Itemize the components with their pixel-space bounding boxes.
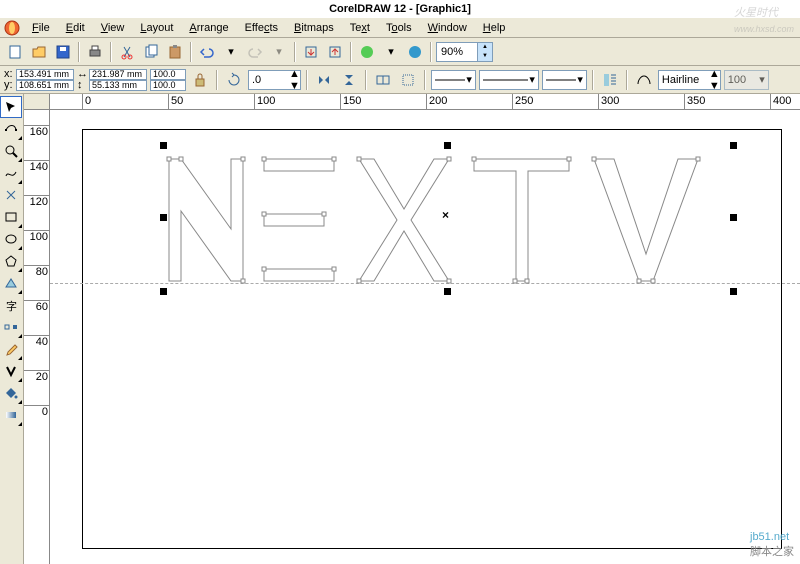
- ellipse-tool[interactable]: [0, 228, 22, 250]
- sel-handle-ml[interactable]: [160, 214, 167, 221]
- menu-window[interactable]: Window: [420, 20, 475, 36]
- nudge-field: 100▾: [724, 70, 769, 90]
- basic-shapes-tool[interactable]: [0, 272, 22, 294]
- sel-handle-br[interactable]: [730, 288, 737, 295]
- watermark-bottom: jb51.net脚本之家: [750, 529, 794, 559]
- group-icon[interactable]: [397, 69, 419, 91]
- toolbox: 字: [0, 94, 24, 564]
- menu-edit[interactable]: Edit: [58, 20, 93, 36]
- menu-effects[interactable]: Effects: [237, 20, 286, 36]
- redo-drop[interactable]: ▾: [268, 41, 290, 63]
- rectangle-tool[interactable]: [0, 206, 22, 228]
- ruler-vertical[interactable]: 160 140 120 100 80 60 40 20 0: [24, 110, 50, 564]
- paste-button[interactable]: [164, 41, 186, 63]
- menu-help[interactable]: Help: [475, 20, 514, 36]
- sel-handle-tl[interactable]: [160, 142, 167, 149]
- menu-layout[interactable]: Layout: [132, 20, 181, 36]
- pick-tool[interactable]: [0, 96, 22, 118]
- redo-button[interactable]: [244, 41, 266, 63]
- smart-draw-tool[interactable]: [0, 184, 22, 206]
- undo-button[interactable]: [196, 41, 218, 63]
- y-input[interactable]: [16, 80, 74, 91]
- line-start-combo[interactable]: ▾: [431, 70, 476, 90]
- sel-center-x[interactable]: ×: [442, 208, 449, 222]
- zoom-spinner[interactable]: ▲▼: [477, 43, 492, 61]
- watermark: 火星时代www.hxsd.com: [734, 4, 794, 35]
- sel-handle-bl[interactable]: [160, 288, 167, 295]
- rotation-icon: [223, 69, 245, 91]
- sel-handle-mr[interactable]: [730, 214, 737, 221]
- menu-view[interactable]: View: [93, 20, 133, 36]
- ungroup-icon[interactable]: [372, 69, 394, 91]
- wrap-text-icon[interactable]: [599, 69, 621, 91]
- app-icon: [4, 20, 20, 36]
- outline-icon: [633, 69, 655, 91]
- undo-drop[interactable]: ▾: [220, 41, 242, 63]
- text-tool[interactable]: 字: [0, 294, 22, 316]
- app-launcher-drop[interactable]: ▾: [380, 41, 402, 63]
- polygon-tool[interactable]: [0, 250, 22, 272]
- workspace: 字 0 50 100 150 200 250 300 350 400 160 1…: [0, 94, 800, 564]
- size-fields: ↔ ↕: [77, 69, 147, 91]
- rotation-spinner[interactable]: ▲▼: [289, 68, 300, 92]
- scale-y[interactable]: [150, 80, 186, 91]
- menu-arrange[interactable]: Arrange: [181, 20, 236, 36]
- freehand-tool[interactable]: [0, 162, 22, 184]
- fill-tool[interactable]: [0, 382, 22, 404]
- eyedropper-tool[interactable]: [0, 338, 22, 360]
- outline-tool[interactable]: [0, 360, 22, 382]
- line-end-combo[interactable]: ▾: [542, 70, 587, 90]
- mirror-v[interactable]: [338, 69, 360, 91]
- interactive-fill-tool[interactable]: [0, 404, 22, 426]
- scale-x[interactable]: [150, 69, 186, 80]
- h-input[interactable]: [89, 80, 147, 91]
- rotation-combo[interactable]: ▲▼: [248, 70, 301, 90]
- zoom-combo[interactable]: ▲▼: [436, 42, 493, 62]
- zoom-input[interactable]: [437, 44, 477, 60]
- new-button[interactable]: [4, 41, 26, 63]
- menu-tools[interactable]: Tools: [378, 20, 420, 36]
- menubar: File Edit View Layout Arrange Effects Bi…: [0, 18, 800, 38]
- sel-handle-tm[interactable]: [444, 142, 451, 149]
- titlebar: CorelDRAW 12 - [Graphic1]: [0, 0, 800, 18]
- cut-button[interactable]: [116, 41, 138, 63]
- open-button[interactable]: [28, 41, 50, 63]
- menu-text[interactable]: Text: [342, 20, 378, 36]
- outline-spinner[interactable]: ▲▼: [709, 68, 720, 92]
- position-fields: x: y:: [4, 69, 74, 91]
- outline-input[interactable]: [659, 72, 709, 88]
- mirror-h[interactable]: [313, 69, 335, 91]
- svg-text:字: 字: [6, 299, 17, 313]
- save-button[interactable]: [52, 41, 74, 63]
- export-button[interactable]: [324, 41, 346, 63]
- sel-handle-tr[interactable]: [730, 142, 737, 149]
- rotation-input[interactable]: [249, 72, 289, 88]
- corel-online[interactable]: [404, 41, 426, 63]
- ruler-horizontal[interactable]: 0 50 100 150 200 250 300 350 400: [50, 94, 800, 110]
- canvas[interactable]: 0 50 100 150 200 250 300 350 400 160 140…: [24, 94, 800, 564]
- property-bar: x: y: ↔ ↕ ▲▼ ▾ ▾ ▾ ▲▼ 100▾: [0, 66, 800, 94]
- line-style-combo[interactable]: ▾: [479, 70, 539, 90]
- menu-file[interactable]: File: [24, 20, 58, 36]
- selected-artwork[interactable]: [164, 149, 744, 299]
- print-button[interactable]: [84, 41, 106, 63]
- lock-ratio[interactable]: [189, 69, 211, 91]
- blend-tool[interactable]: [0, 316, 22, 338]
- x-input[interactable]: [16, 69, 74, 80]
- standard-toolbar: ▾ ▾ ▾ ▲▼: [0, 38, 800, 66]
- menu-bitmaps[interactable]: Bitmaps: [286, 20, 342, 36]
- shape-tool[interactable]: [0, 118, 22, 140]
- w-input[interactable]: [89, 69, 147, 80]
- sel-handle-bm[interactable]: [444, 288, 451, 295]
- app-title: CorelDRAW 12 - [Graphic1]: [329, 3, 471, 15]
- app-launcher[interactable]: [356, 41, 378, 63]
- outline-combo[interactable]: ▲▼: [658, 70, 721, 90]
- ruler-origin[interactable]: [24, 94, 50, 110]
- copy-button[interactable]: [140, 41, 162, 63]
- scale-fields: [150, 69, 186, 91]
- zoom-tool[interactable]: [0, 140, 22, 162]
- import-button[interactable]: [300, 41, 322, 63]
